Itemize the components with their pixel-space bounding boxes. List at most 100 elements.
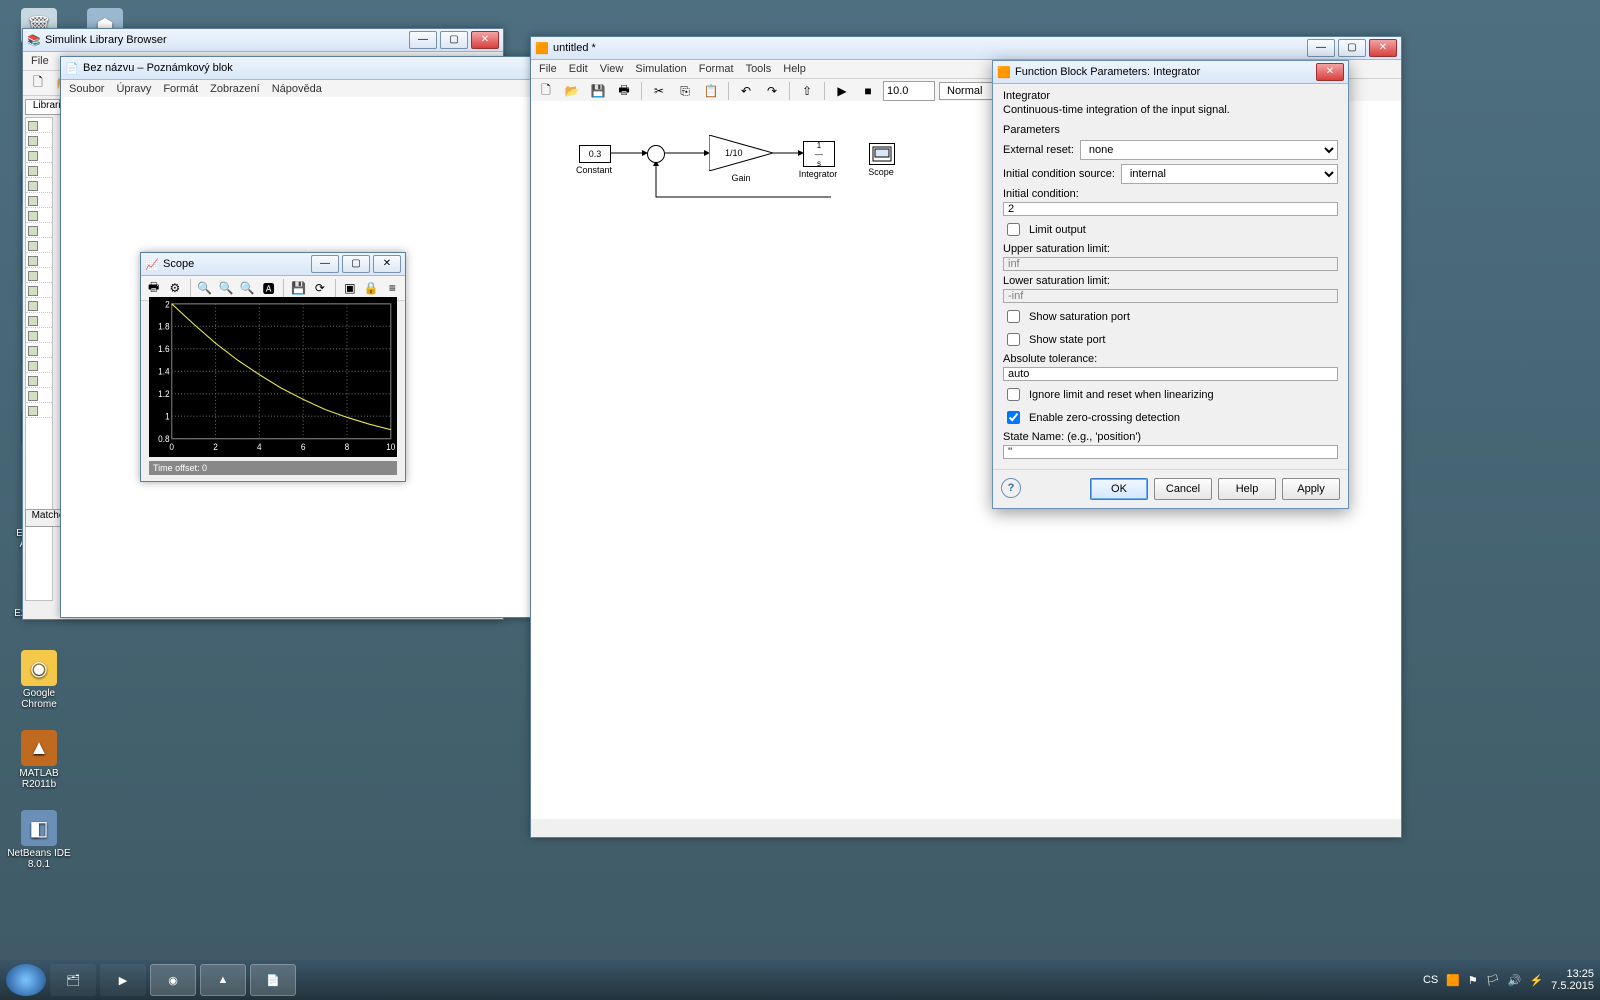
system-tray[interactable]: CS 🟧 ⚑ 🏳 🔊 ⚡ 13:25 7.5.2015: [1423, 968, 1594, 992]
limit-output-checkbox[interactable]: [1007, 223, 1020, 236]
scope-block[interactable]: [869, 143, 895, 165]
ok-button[interactable]: OK: [1090, 478, 1148, 500]
external-reset-label: External reset:: [1003, 144, 1074, 156]
autoscale-icon[interactable]: 🅰: [260, 277, 277, 299]
titlebar[interactable]: 🟧 Function Block Parameters: Integrator …: [993, 61, 1348, 84]
tray-icon[interactable]: 🏳: [1486, 974, 1500, 987]
save-icon[interactable]: 💾: [290, 277, 307, 299]
show-state-checkbox[interactable]: [1007, 333, 1020, 346]
menu-help[interactable]: Nápověda: [272, 83, 322, 95]
zero-crossing-checkbox[interactable]: [1007, 411, 1020, 424]
titlebar[interactable]: 📚 Simulink Library Browser — ▢ ✕: [23, 29, 503, 52]
integrator-block[interactable]: 1 — s: [803, 141, 835, 167]
desktop-icon[interactable]: ◉Google Chrome: [4, 650, 74, 710]
menu-simulation[interactable]: Simulation: [635, 63, 686, 75]
titlebar[interactable]: 📈 Scope — ▢ ✕: [141, 253, 405, 276]
menu-edit[interactable]: Úpravy: [116, 83, 151, 95]
menu-file[interactable]: File: [539, 63, 557, 75]
taskbar-explorer-icon[interactable]: 🗂: [50, 964, 96, 996]
lang-indicator[interactable]: CS: [1423, 974, 1438, 986]
minimize-button[interactable]: —: [1307, 39, 1335, 57]
ic-label: Initial condition:: [1003, 188, 1338, 200]
minimize-button[interactable]: —: [409, 31, 437, 49]
signal-icon[interactable]: ≡: [384, 277, 401, 299]
abstol-field[interactable]: [1003, 367, 1338, 381]
help-icon[interactable]: ?: [1001, 478, 1021, 498]
show-sat-checkbox[interactable]: [1007, 310, 1020, 323]
stop-icon[interactable]: ■: [857, 80, 879, 102]
new-icon[interactable]: 🗋: [535, 80, 557, 102]
copy-icon[interactable]: ⎘: [674, 80, 696, 102]
svg-text:1: 1: [165, 411, 170, 421]
tray-icon[interactable]: 🔊: [1508, 974, 1522, 987]
menu-format[interactable]: Formát: [163, 83, 198, 95]
undo-icon[interactable]: ↶: [735, 80, 757, 102]
menu-view[interactable]: Zobrazení: [210, 83, 260, 95]
taskbar[interactable]: 🗂 ▶ ◉ ▲ 📄 CS 🟧 ⚑ 🏳 🔊 ⚡ 13:25 7.5.2015: [0, 960, 1600, 1000]
maximize-button[interactable]: ▢: [342, 255, 370, 273]
external-reset-select[interactable]: none: [1080, 140, 1338, 160]
params-icon[interactable]: ⚙: [166, 277, 183, 299]
desktop-icon[interactable]: ◧NetBeans IDE 8.0.1: [4, 810, 74, 870]
zoom-x-icon[interactable]: 🔍: [218, 277, 235, 299]
menu-help[interactable]: Help: [783, 63, 806, 75]
titlebar[interactable]: 📄 Bez názvu – Poznámkový blok: [61, 57, 533, 80]
close-button[interactable]: ✕: [471, 31, 499, 49]
maximize-button[interactable]: ▢: [1338, 39, 1366, 57]
clock[interactable]: 13:25 7.5.2015: [1551, 968, 1594, 992]
cut-icon[interactable]: ✂: [648, 80, 670, 102]
tray-icon[interactable]: 🟧: [1446, 974, 1460, 987]
zoom-y-icon[interactable]: 🔍: [239, 277, 256, 299]
scope-window[interactable]: 📈 Scope — ▢ ✕ 🖶 ⚙ 🔍 🔍 🔍 🅰 💾 ⟳ ▣ 🔒 ≡: [140, 252, 406, 482]
minimize-button[interactable]: —: [311, 255, 339, 273]
ignore-limit-label: Ignore limit and reset when linearizing: [1029, 389, 1214, 401]
taskbar-matlab-icon[interactable]: ▲: [200, 964, 246, 996]
block-label: Scope: [863, 167, 899, 177]
menu-edit[interactable]: Edit: [569, 63, 588, 75]
state-name-field[interactable]: [1003, 445, 1338, 459]
help-button[interactable]: Help: [1218, 478, 1276, 500]
tray-icon[interactable]: ⚑: [1468, 974, 1478, 987]
apply-button[interactable]: Apply: [1282, 478, 1340, 500]
titlebar[interactable]: 🟧 untitled * — ▢ ✕: [531, 37, 1401, 60]
close-button[interactable]: ✕: [1369, 39, 1397, 57]
nav-up-icon[interactable]: ⇧: [796, 80, 818, 102]
constant-block[interactable]: 0.3: [579, 145, 611, 163]
cancel-button[interactable]: Cancel: [1154, 478, 1212, 500]
close-button[interactable]: ✕: [373, 255, 401, 273]
desktop-icon[interactable]: ▲MATLAB R2011b: [4, 730, 74, 790]
taskbar-chrome-icon[interactable]: ◉: [150, 964, 196, 996]
print-icon[interactable]: 🖶: [145, 277, 162, 299]
menu-view[interactable]: View: [600, 63, 624, 75]
tray-icon[interactable]: ⚡: [1529, 974, 1543, 987]
float-icon[interactable]: ▣: [341, 277, 358, 299]
taskbar-notepad-icon[interactable]: 📄: [250, 964, 296, 996]
menu-file[interactable]: Soubor: [69, 83, 104, 95]
paste-icon[interactable]: 📋: [700, 80, 722, 102]
restore-icon[interactable]: ⟳: [311, 277, 328, 299]
redo-icon[interactable]: ↷: [761, 80, 783, 102]
ignore-limit-checkbox[interactable]: [1007, 388, 1020, 401]
save-icon[interactable]: 💾: [587, 80, 609, 102]
lock-icon[interactable]: 🔒: [363, 277, 380, 299]
block-params-dialog[interactable]: 🟧 Function Block Parameters: Integrator …: [992, 60, 1349, 509]
new-model-icon[interactable]: 🗋: [27, 72, 49, 94]
sum-block[interactable]: [647, 145, 665, 163]
menu-file[interactable]: File: [31, 55, 49, 67]
close-button[interactable]: ✕: [1316, 63, 1344, 81]
run-icon[interactable]: ▶: [831, 80, 853, 102]
taskbar-media-icon[interactable]: ▶: [100, 964, 146, 996]
start-button[interactable]: [6, 964, 46, 996]
gain-block[interactable]: 1/10: [709, 135, 773, 171]
stop-time-field[interactable]: [883, 81, 935, 101]
menu-format[interactable]: Format: [699, 63, 734, 75]
open-icon[interactable]: 📂: [561, 80, 583, 102]
desktop: 🗑 ⬢ AAcc… AA Re… EE ●E EAEnterprise Arch…: [0, 0, 1600, 1000]
zoom-icon[interactable]: 🔍: [196, 277, 213, 299]
ic-field[interactable]: [1003, 202, 1338, 216]
ic-source-select[interactable]: internal: [1121, 164, 1338, 184]
print-icon[interactable]: 🖶: [613, 80, 635, 102]
maximize-button[interactable]: ▢: [440, 31, 468, 49]
library-tree[interactable]: [25, 117, 53, 601]
menu-tools[interactable]: Tools: [746, 63, 772, 75]
